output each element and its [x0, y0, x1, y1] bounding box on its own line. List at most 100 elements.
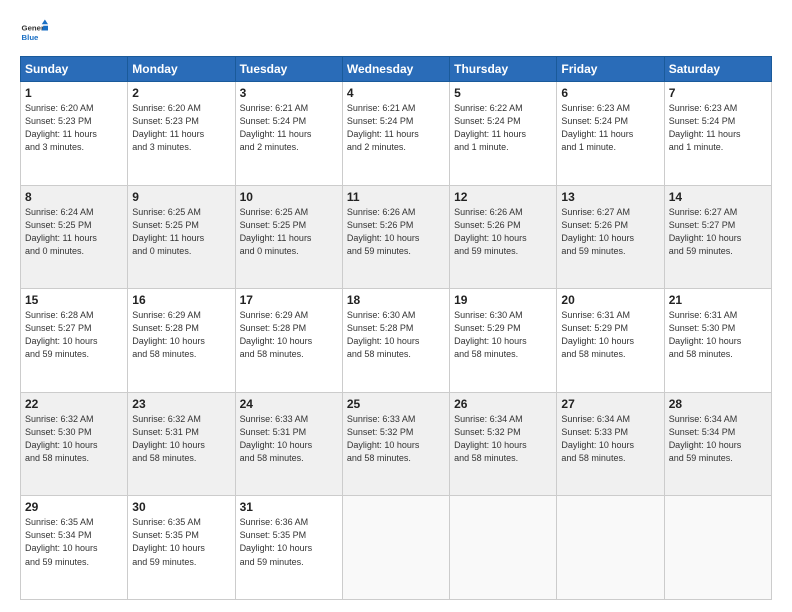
header: General Blue	[20, 18, 772, 46]
day-number: 26	[454, 397, 552, 411]
day-number: 31	[240, 500, 338, 514]
day-info: Sunrise: 6:27 AM Sunset: 5:27 PM Dayligh…	[669, 206, 767, 258]
weekday-header-thursday: Thursday	[450, 57, 557, 82]
day-number: 2	[132, 86, 230, 100]
calendar-cell: 26 Sunrise: 6:34 AM Sunset: 5:32 PM Dayli…	[450, 392, 557, 496]
day-info: Sunrise: 6:35 AM Sunset: 5:35 PM Dayligh…	[132, 516, 230, 568]
calendar-cell	[450, 496, 557, 600]
calendar-cell: 25 Sunrise: 6:33 AM Sunset: 5:32 PM Dayli…	[342, 392, 449, 496]
calendar-body: 1 Sunrise: 6:20 AM Sunset: 5:23 PM Daylig…	[21, 82, 772, 600]
weekday-header-saturday: Saturday	[664, 57, 771, 82]
day-info: Sunrise: 6:25 AM Sunset: 5:25 PM Dayligh…	[132, 206, 230, 258]
calendar-cell: 7 Sunrise: 6:23 AM Sunset: 5:24 PM Daylig…	[664, 82, 771, 186]
calendar-week-5: 29Sunrise: 6:35 AM Sunset: 5:34 PM Dayli…	[21, 496, 772, 600]
calendar-header: SundayMondayTuesdayWednesdayThursdayFrid…	[21, 57, 772, 82]
day-number: 18	[347, 293, 445, 307]
day-info: Sunrise: 6:34 AM Sunset: 5:33 PM Dayligh…	[561, 413, 659, 465]
day-number: 12	[454, 190, 552, 204]
calendar-cell: 31 Sunrise: 6:36 AM Sunset: 5:35 PM Dayli…	[235, 496, 342, 600]
day-number: 28	[669, 397, 767, 411]
generalblue-logo-icon: General Blue	[20, 18, 48, 46]
weekday-header-friday: Friday	[557, 57, 664, 82]
day-number: 13	[561, 190, 659, 204]
calendar-cell: 24 Sunrise: 6:33 AM Sunset: 5:31 PM Dayli…	[235, 392, 342, 496]
day-info: Sunrise: 6:20 AM Sunset: 5:23 PM Dayligh…	[25, 102, 123, 154]
day-number: 4	[347, 86, 445, 100]
calendar-cell: 16Sunrise: 6:29 AM Sunset: 5:28 PM Dayli…	[128, 289, 235, 393]
day-info: Sunrise: 6:20 AM Sunset: 5:23 PM Dayligh…	[132, 102, 230, 154]
weekday-header-sunday: Sunday	[21, 57, 128, 82]
calendar-cell: 23 Sunrise: 6:32 AM Sunset: 5:31 PM Dayli…	[128, 392, 235, 496]
calendar-week-3: 15 Sunrise: 6:28 AM Sunset: 5:27 PM Dayli…	[21, 289, 772, 393]
calendar-week-4: 22 Sunrise: 6:32 AM Sunset: 5:30 PM Dayli…	[21, 392, 772, 496]
day-number: 8	[25, 190, 123, 204]
day-number: 15	[25, 293, 123, 307]
day-number: 17	[240, 293, 338, 307]
day-number: 9	[132, 190, 230, 204]
calendar-cell: 30 Sunrise: 6:35 AM Sunset: 5:35 PM Dayli…	[128, 496, 235, 600]
calendar-cell: 19Sunrise: 6:30 AM Sunset: 5:29 PM Dayli…	[450, 289, 557, 393]
day-info: Sunrise: 6:33 AM Sunset: 5:31 PM Dayligh…	[240, 413, 338, 465]
svg-text:Blue: Blue	[22, 33, 40, 42]
day-number: 7	[669, 86, 767, 100]
day-info: Sunrise: 6:29 AM Sunset: 5:28 PM Dayligh…	[240, 309, 338, 361]
day-number: 11	[347, 190, 445, 204]
calendar-cell: 3Sunrise: 6:21 AM Sunset: 5:24 PM Daylig…	[235, 82, 342, 186]
weekday-header-row: SundayMondayTuesdayWednesdayThursdayFrid…	[21, 57, 772, 82]
day-info: Sunrise: 6:23 AM Sunset: 5:24 PM Dayligh…	[561, 102, 659, 154]
calendar-cell: 8Sunrise: 6:24 AM Sunset: 5:25 PM Daylig…	[21, 185, 128, 289]
day-info: Sunrise: 6:25 AM Sunset: 5:25 PM Dayligh…	[240, 206, 338, 258]
day-info: Sunrise: 6:30 AM Sunset: 5:29 PM Dayligh…	[454, 309, 552, 361]
calendar-cell: 22 Sunrise: 6:32 AM Sunset: 5:30 PM Dayli…	[21, 392, 128, 496]
day-number: 27	[561, 397, 659, 411]
day-number: 22	[25, 397, 123, 411]
day-info: Sunrise: 6:32 AM Sunset: 5:30 PM Dayligh…	[25, 413, 123, 465]
calendar-cell: 12 Sunrise: 6:26 AM Sunset: 5:26 PM Dayli…	[450, 185, 557, 289]
calendar-cell: 15 Sunrise: 6:28 AM Sunset: 5:27 PM Dayli…	[21, 289, 128, 393]
day-number: 21	[669, 293, 767, 307]
calendar-cell: 27 Sunrise: 6:34 AM Sunset: 5:33 PM Dayli…	[557, 392, 664, 496]
day-info: Sunrise: 6:34 AM Sunset: 5:32 PM Dayligh…	[454, 413, 552, 465]
day-number: 20	[561, 293, 659, 307]
day-number: 14	[669, 190, 767, 204]
day-info: Sunrise: 6:31 AM Sunset: 5:29 PM Dayligh…	[561, 309, 659, 361]
day-info: Sunrise: 6:33 AM Sunset: 5:32 PM Dayligh…	[347, 413, 445, 465]
day-number: 24	[240, 397, 338, 411]
day-info: Sunrise: 6:26 AM Sunset: 5:26 PM Dayligh…	[347, 206, 445, 258]
calendar-cell: 29Sunrise: 6:35 AM Sunset: 5:34 PM Dayli…	[21, 496, 128, 600]
calendar-cell: 4 Sunrise: 6:21 AM Sunset: 5:24 PM Daylig…	[342, 82, 449, 186]
day-info: Sunrise: 6:29 AM Sunset: 5:28 PM Dayligh…	[132, 309, 230, 361]
day-info: Sunrise: 6:34 AM Sunset: 5:34 PM Dayligh…	[669, 413, 767, 465]
day-number: 3	[240, 86, 338, 100]
calendar-cell: 17 Sunrise: 6:29 AM Sunset: 5:28 PM Dayli…	[235, 289, 342, 393]
calendar-cell: 20 Sunrise: 6:31 AM Sunset: 5:29 PM Dayli…	[557, 289, 664, 393]
calendar-cell: 18Sunrise: 6:30 AM Sunset: 5:28 PM Dayli…	[342, 289, 449, 393]
day-info: Sunrise: 6:23 AM Sunset: 5:24 PM Dayligh…	[669, 102, 767, 154]
day-number: 25	[347, 397, 445, 411]
logo: General Blue	[20, 18, 48, 46]
day-info: Sunrise: 6:36 AM Sunset: 5:35 PM Dayligh…	[240, 516, 338, 568]
calendar-cell: 13 Sunrise: 6:27 AM Sunset: 5:26 PM Dayli…	[557, 185, 664, 289]
day-info: Sunrise: 6:27 AM Sunset: 5:26 PM Dayligh…	[561, 206, 659, 258]
calendar-week-2: 8Sunrise: 6:24 AM Sunset: 5:25 PM Daylig…	[21, 185, 772, 289]
day-info: Sunrise: 6:22 AM Sunset: 5:24 PM Dayligh…	[454, 102, 552, 154]
day-number: 10	[240, 190, 338, 204]
weekday-header-tuesday: Tuesday	[235, 57, 342, 82]
day-number: 30	[132, 500, 230, 514]
day-info: Sunrise: 6:26 AM Sunset: 5:26 PM Dayligh…	[454, 206, 552, 258]
day-info: Sunrise: 6:31 AM Sunset: 5:30 PM Dayligh…	[669, 309, 767, 361]
calendar-cell: 21 Sunrise: 6:31 AM Sunset: 5:30 PM Dayli…	[664, 289, 771, 393]
day-number: 23	[132, 397, 230, 411]
weekday-header-monday: Monday	[128, 57, 235, 82]
day-number: 1	[25, 86, 123, 100]
weekday-header-wednesday: Wednesday	[342, 57, 449, 82]
day-number: 6	[561, 86, 659, 100]
day-info: Sunrise: 6:21 AM Sunset: 5:24 PM Dayligh…	[347, 102, 445, 154]
calendar-cell	[342, 496, 449, 600]
day-info: Sunrise: 6:28 AM Sunset: 5:27 PM Dayligh…	[25, 309, 123, 361]
calendar-cell: 9 Sunrise: 6:25 AM Sunset: 5:25 PM Daylig…	[128, 185, 235, 289]
day-number: 5	[454, 86, 552, 100]
day-info: Sunrise: 6:32 AM Sunset: 5:31 PM Dayligh…	[132, 413, 230, 465]
day-number: 29	[25, 500, 123, 514]
calendar-cell: 2 Sunrise: 6:20 AM Sunset: 5:23 PM Daylig…	[128, 82, 235, 186]
